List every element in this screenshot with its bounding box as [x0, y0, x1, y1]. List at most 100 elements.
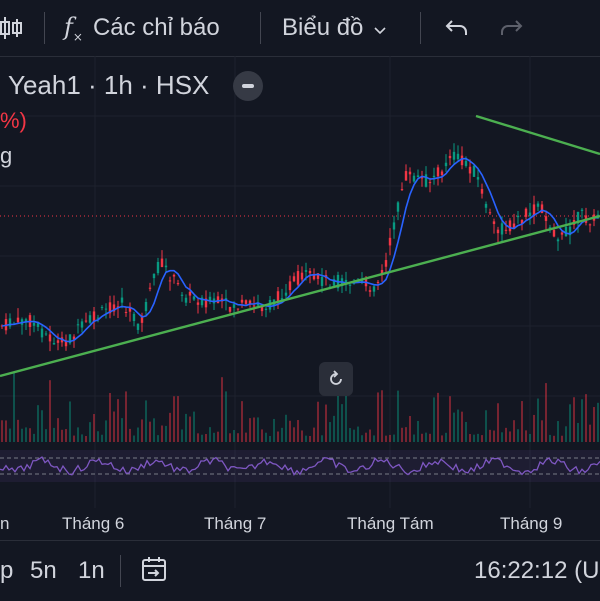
range-button-1d[interactable]: 1n [78, 557, 105, 585]
volume-bar [29, 428, 31, 442]
candle-body [540, 204, 544, 214]
volume-bar [5, 420, 7, 442]
volume-bar [505, 427, 507, 442]
volume-bar [49, 380, 51, 442]
volume-legend: g [0, 143, 13, 168]
volume-bar [101, 434, 103, 442]
reset-chart-button[interactable] [319, 362, 353, 396]
volume-bar [281, 427, 283, 442]
candle-body [236, 308, 240, 310]
volume-bar [173, 396, 175, 442]
volume-bar [453, 412, 455, 442]
candle-body [308, 270, 312, 274]
volume-bar [205, 434, 207, 442]
candle-body [388, 237, 392, 246]
volume-bar [293, 427, 295, 442]
clock-time[interactable]: 16:22:12 (U [474, 557, 599, 585]
candle-body [412, 175, 416, 182]
volume-bar [137, 427, 139, 442]
candle-body [472, 165, 476, 177]
volume-bar [209, 427, 211, 442]
volume-bar [517, 429, 519, 442]
volume-bar [185, 413, 187, 442]
candle-body [188, 291, 192, 296]
volume-bar [349, 428, 351, 442]
collapse-legend-button[interactable] [233, 70, 264, 101]
candle-body [556, 239, 560, 242]
volume-bar [145, 400, 147, 442]
volume-bar [557, 421, 559, 442]
time-axis[interactable]: n Tháng 6 Tháng 7 Tháng Tám Tháng 9 [0, 508, 600, 540]
candle-body [416, 175, 420, 178]
volume-bar [21, 428, 23, 442]
chevron-down-icon [373, 14, 387, 42]
volume-bar [25, 427, 27, 442]
fx-icon: f× [64, 12, 83, 44]
candle-body [52, 342, 56, 345]
redo-icon[interactable] [498, 10, 524, 46]
candle-body [240, 299, 244, 303]
volume-bar [117, 399, 119, 442]
volume-bar [413, 434, 415, 442]
volume-bar [313, 427, 315, 442]
volume-bar [469, 434, 471, 442]
candle-body [80, 321, 84, 328]
candle-body [184, 297, 188, 303]
volume-bar [201, 434, 203, 442]
volume-bar [497, 403, 499, 442]
volume-bar [305, 435, 307, 442]
range-button-5d[interactable]: 5n [30, 557, 57, 585]
volume-bar [297, 420, 299, 442]
volume-bar [565, 426, 567, 442]
volume-bar [69, 401, 71, 442]
range-button[interactable]: p [0, 557, 13, 585]
candle-body [40, 328, 44, 338]
price-chart[interactable] [0, 56, 600, 508]
candle-body [448, 155, 452, 159]
axis-month-label: n [0, 514, 10, 533]
candles-icon[interactable] [0, 10, 24, 46]
undo-icon[interactable] [444, 10, 470, 46]
candle-body [76, 324, 80, 326]
volume-bar [461, 411, 463, 442]
volume-bar [37, 405, 39, 442]
candle-body [460, 155, 464, 166]
candle-body [100, 306, 104, 308]
volume-bar [437, 392, 439, 442]
volume-bar [301, 430, 303, 442]
candle-body [292, 276, 296, 282]
candle-body [404, 171, 408, 181]
volume-bar [561, 435, 563, 442]
volume-bar [465, 421, 467, 442]
volume-bar [241, 401, 243, 442]
volume-bar [345, 392, 347, 442]
candle-body [16, 317, 20, 323]
volume-bar [473, 434, 475, 442]
candle-body [588, 224, 592, 226]
candle-body [84, 320, 88, 322]
volume-bar [169, 412, 171, 442]
candle-body [244, 300, 248, 304]
candle-body [176, 283, 180, 285]
axis-month-label: Tháng 7 [204, 514, 267, 533]
candle-body [500, 223, 504, 235]
volume-bar [341, 404, 343, 442]
candle-body [392, 222, 396, 230]
candle-body [152, 273, 156, 279]
bottom-toolbar: p 5n 1n 16:22:12 (U [0, 540, 600, 601]
candle-body [552, 229, 556, 237]
candle-body [248, 300, 252, 304]
symbol-legend[interactable]: Yeah1 · 1h · HSX [8, 70, 264, 101]
volume-bar [457, 409, 459, 442]
volume-bar [125, 391, 127, 442]
volume-bar [501, 432, 503, 442]
volume-bar [369, 429, 371, 442]
rsi-band [0, 450, 600, 482]
chart-type-button[interactable]: Biểu đồ [282, 10, 387, 46]
candle-body [384, 260, 388, 267]
candle-body [348, 284, 352, 286]
go-to-date-icon[interactable] [140, 555, 168, 590]
candle-body [276, 291, 280, 303]
candle-body [148, 287, 152, 289]
indicators-button[interactable]: f× Các chỉ báo [64, 10, 220, 46]
